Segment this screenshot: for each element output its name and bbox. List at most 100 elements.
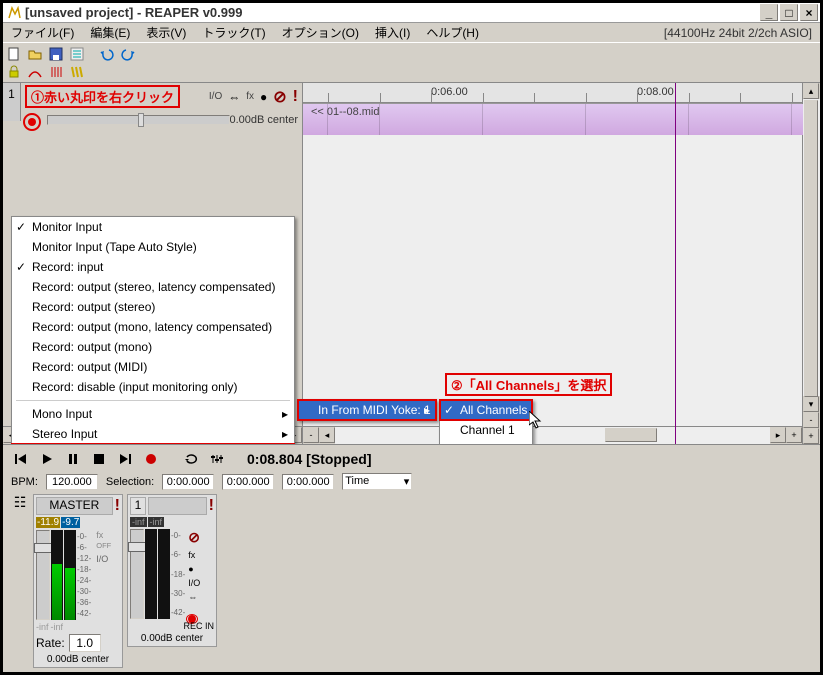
phase-icon[interactable]: ⇔ (228, 90, 240, 104)
menu-view[interactable]: 表示(V) (142, 22, 190, 43)
track-mixer-readout: 0.00dB center (130, 633, 214, 644)
record-button[interactable] (141, 449, 161, 469)
goto-start-button[interactable] (11, 449, 31, 469)
track-volume-slider[interactable] (47, 115, 230, 125)
repeat-button[interactable] (181, 449, 201, 469)
menu-insert[interactable]: 挿入(I) (371, 22, 414, 43)
menu-options[interactable]: オプション(O) (278, 22, 363, 43)
bpm-input[interactable]: 120.000 (46, 474, 98, 490)
midi-clip[interactable]: << 01--08.mid (303, 103, 802, 135)
time-unit-select[interactable]: Time▾ (342, 473, 412, 490)
close-button[interactable]: × (800, 4, 818, 21)
ctx-channel-2[interactable]: Channel 2 (440, 440, 532, 444)
pause-button[interactable] (63, 449, 83, 469)
master-readout: 0.00dB center (36, 654, 120, 665)
menu-file[interactable]: ファイル(F) (7, 22, 78, 43)
ctx-record-out-stereo-lc[interactable]: Record: output (stereo, latency compensa… (12, 277, 294, 297)
selection-end[interactable]: 0:00.000 (222, 474, 274, 490)
selection-start[interactable]: 0:00.000 (162, 474, 214, 490)
save-icon[interactable] (47, 45, 65, 63)
scroll-up-icon[interactable]: ▴ (803, 83, 819, 99)
undo-icon[interactable] (98, 45, 116, 63)
timeline-hscroll[interactable]: - ◂ ▸ + (303, 426, 802, 444)
rate-input[interactable]: 1.0 (69, 634, 101, 652)
selection-label: Selection: (106, 476, 154, 488)
midi-channel-submenu: ✓All Channels Channel 1 Channel 2 Channe… (439, 399, 533, 444)
envelope-icon[interactable] (26, 63, 44, 81)
rate-label: Rate: (36, 636, 65, 650)
track-fx[interactable]: fx (188, 550, 202, 560)
redo-icon[interactable] (119, 45, 137, 63)
master-peak-left: -11.9 (36, 517, 60, 528)
phase-icon[interactable]: ⇔ (188, 592, 202, 602)
timeline-vscroll[interactable]: ▴ ▾ - + (802, 83, 820, 444)
minimize-button[interactable]: _ (760, 4, 778, 21)
ctx-mono-input[interactable]: Mono Input▸ (12, 404, 294, 424)
master-peak-right: -9.7 (61, 517, 80, 528)
cursor-icon (529, 411, 545, 431)
ctx-all-channels[interactable]: ✓All Channels (440, 400, 532, 420)
meter-scale: -0--6--18--30--42- (171, 529, 185, 619)
scroll-right-icon[interactable]: ▸ (770, 427, 786, 443)
selection-length[interactable]: 0:00.000 (282, 474, 334, 490)
ctx-record-disable[interactable]: Record: disable (input monitoring only) (12, 377, 294, 397)
ctx-midi-yoke-1[interactable]: In From MIDI Yoke: 1▸ (298, 400, 436, 420)
track-header[interactable]: 1 ①赤い丸印を右クリック I/O ⇔ fx ● ⊘ ! (3, 83, 302, 121)
zoom-in-v-icon[interactable]: + (803, 428, 819, 444)
ctx-record-out-stereo[interactable]: Record: output (stereo) (12, 297, 294, 317)
menu-help[interactable]: ヘルプ(H) (422, 22, 483, 43)
track-nosig-icon: ⊘ (273, 87, 286, 107)
menu-track[interactable]: トラック(T) (198, 22, 269, 43)
annotation-step1: ①赤い丸印を右クリック (25, 85, 180, 108)
arrange-area: 1 ①赤い丸印を右クリック I/O ⇔ fx ● ⊘ ! (3, 83, 820, 444)
open-icon[interactable] (26, 45, 44, 63)
bpm-label: BPM: (11, 476, 38, 488)
scroll-left-icon[interactable]: ◂ (319, 427, 335, 443)
edit-cursor[interactable] (675, 83, 676, 444)
goto-end-button[interactable] (115, 449, 135, 469)
track-warn-icon: ! (293, 88, 298, 106)
track-peak-right: -inf (148, 517, 165, 527)
grid-icon[interactable] (47, 63, 65, 81)
titlebar: [unsaved project] - REAPER v0.999 _ □ × (3, 3, 820, 23)
master-fx[interactable]: fxOFF (96, 530, 111, 550)
zoom-out-h-icon[interactable]: - (303, 427, 319, 443)
settings-icon[interactable] (68, 45, 86, 63)
ctx-record-out-mono-lc[interactable]: Record: output (mono, latency compensate… (12, 317, 294, 337)
zoom-out-v-icon[interactable]: - (803, 412, 819, 428)
ctx-monitor-input[interactable]: ✓Monitor Input (12, 217, 294, 237)
track-io[interactable]: I/O (209, 91, 222, 102)
fx-bypass-icon[interactable]: ● (260, 90, 267, 104)
menu-edit[interactable]: 編集(E) (86, 22, 134, 43)
window-title: [unsaved project] - REAPER v0.999 (25, 5, 242, 20)
play-button[interactable] (37, 449, 57, 469)
lock-icon[interactable] (5, 63, 23, 81)
record-arm-button[interactable] (23, 113, 41, 131)
ctx-record-out-mono[interactable]: Record: output (mono) (12, 337, 294, 357)
track-fader[interactable] (130, 529, 144, 619)
ctx-record-input[interactable]: ✓Record: input (12, 257, 294, 277)
ripple-icon[interactable] (68, 63, 86, 81)
maximize-button[interactable]: □ (780, 4, 798, 21)
new-icon[interactable] (5, 45, 23, 63)
ctx-monitor-tape[interactable]: Monitor Input (Tape Auto Style) (12, 237, 294, 257)
track-nosig-icon: ⊘ (188, 529, 202, 546)
master-fader[interactable] (36, 530, 50, 620)
mixer-track-num[interactable]: 1 (130, 497, 146, 515)
track-fx[interactable]: fx (246, 91, 254, 102)
ctx-stereo-input[interactable]: Stereo Input▸ (12, 424, 294, 444)
track-number[interactable]: 1 (3, 83, 21, 121)
timeline-ruler[interactable]: 0:06.00 0:08.00 (303, 83, 802, 103)
track-io[interactable]: I/O (188, 578, 202, 588)
options-icon[interactable] (207, 449, 227, 469)
transport-dock: 0:08.804 [Stopped] BPM: 120.000 Selectio… (3, 444, 820, 672)
master-io[interactable]: I/O (96, 554, 111, 564)
stop-button[interactable] (89, 449, 109, 469)
ctx-channel-1[interactable]: Channel 1 (440, 420, 532, 440)
track-fx-bypass-icon[interactable]: ● (188, 564, 202, 574)
scroll-down-icon[interactable]: ▾ (803, 396, 819, 412)
zoom-in-h-icon[interactable]: + (786, 427, 802, 443)
ctx-record-out-midi[interactable]: Record: output (MIDI) (12, 357, 294, 377)
audio-status: [44100Hz 24bit 2/2ch ASIO] (660, 24, 816, 42)
mixer-settings-icon[interactable]: ☷ (11, 494, 29, 511)
